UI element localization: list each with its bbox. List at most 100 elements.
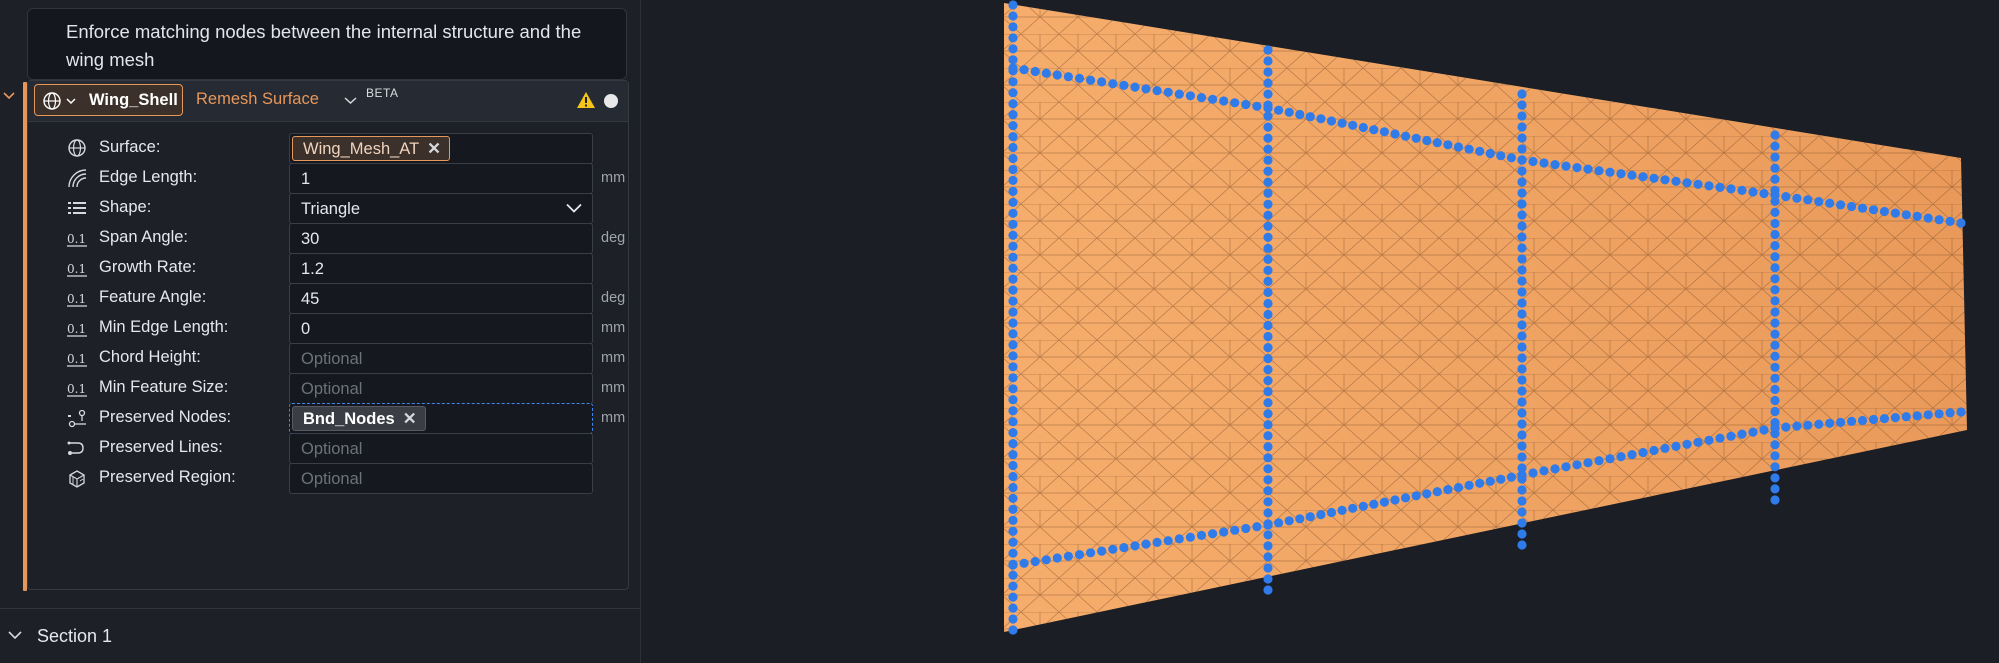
- nodes-icon: [68, 409, 86, 428]
- node-marker: [1086, 75, 1096, 85]
- remove-tag-icon[interactable]: ✕: [427, 140, 441, 158]
- param-label: Growth Rate:: [99, 258, 197, 276]
- node-marker: [1008, 439, 1018, 449]
- node-marker: [1814, 197, 1824, 207]
- node-marker: [1693, 179, 1703, 189]
- node-marker: [1316, 114, 1326, 124]
- node-marker: [1901, 412, 1911, 422]
- param-label: Preserved Nodes:: [99, 408, 232, 426]
- node-marker: [1517, 540, 1527, 550]
- node-marker: [1638, 447, 1648, 458]
- node-marker: [1008, 504, 1018, 514]
- input-chip[interactable]: Wing_Shell: [34, 84, 183, 116]
- node-marker: [1152, 86, 1162, 96]
- section-chevron-icon[interactable]: [8, 630, 22, 640]
- node-marker: [1263, 155, 1273, 165]
- description-note: Enforce matching nodes between the inter…: [27, 8, 627, 80]
- svg-text:0.1: 0.1: [67, 262, 86, 276]
- node-marker: [1185, 91, 1195, 101]
- param-label: Surface:: [99, 138, 161, 156]
- wing-mesh-view[interactable]: [641, 0, 1999, 663]
- node-marker: [1263, 453, 1273, 463]
- node-marker: [1660, 443, 1670, 453]
- preserved-region-input[interactable]: Optional: [289, 463, 593, 494]
- node-marker: [1163, 536, 1173, 546]
- node-marker: [1572, 460, 1582, 470]
- node-marker: [1517, 342, 1527, 352]
- node-marker: [1770, 163, 1780, 173]
- node-marker: [1019, 65, 1029, 75]
- node-marker: [1517, 111, 1527, 121]
- collapse-chevron-icon[interactable]: [2, 89, 16, 103]
- section-title[interactable]: Section 1: [37, 626, 112, 647]
- node-marker: [1008, 592, 1018, 602]
- node-marker: [1847, 416, 1857, 426]
- node-marker: [1792, 193, 1802, 203]
- node-marker: [1857, 415, 1868, 426]
- node-marker: [1770, 174, 1780, 184]
- 3d-viewport[interactable]: [641, 0, 1999, 663]
- node-marker: [1550, 160, 1560, 170]
- node-marker: [1263, 199, 1273, 209]
- node-marker: [1770, 285, 1780, 295]
- node-marker: [1108, 79, 1118, 89]
- node-marker: [1263, 442, 1273, 452]
- node-marker: [1638, 172, 1648, 182]
- node-marker: [1008, 625, 1018, 635]
- surface-tag[interactable]: Wing_Mesh_AT ✕: [292, 136, 450, 161]
- node-marker: [1770, 307, 1780, 317]
- node-marker: [1901, 210, 1911, 220]
- node-marker: [1263, 265, 1273, 275]
- node-marker: [1517, 507, 1527, 517]
- node-marker: [1305, 112, 1315, 122]
- node-marker: [1748, 427, 1758, 437]
- node-marker: [1274, 105, 1284, 115]
- node-marker: [1517, 496, 1527, 506]
- node-marker: [1263, 243, 1273, 253]
- node-marker: [1295, 109, 1305, 120]
- node-marker: [1130, 82, 1140, 92]
- node-marker: [1305, 512, 1315, 522]
- operation-name[interactable]: Remesh Surface: [196, 90, 319, 109]
- node-marker: [1517, 386, 1527, 396]
- node-marker: [1196, 530, 1207, 541]
- node-marker: [1008, 515, 1018, 526]
- operation-chevron-icon[interactable]: [344, 96, 357, 105]
- node-marker: [1422, 489, 1432, 499]
- node-marker: [1208, 94, 1218, 104]
- preserved-nodes-tag[interactable]: Bnd_Nodes ✕: [292, 406, 426, 431]
- node-marker: [1517, 408, 1527, 418]
- node-marker: [1443, 140, 1453, 150]
- node-marker: [1326, 116, 1337, 126]
- node-marker: [1517, 89, 1527, 99]
- node-marker: [1517, 210, 1527, 220]
- node-marker: [1379, 497, 1389, 507]
- node-marker: [1879, 206, 1889, 217]
- node-marker: [1008, 252, 1018, 262]
- node-marker: [1008, 603, 1018, 613]
- node-marker: [1141, 539, 1151, 549]
- chevron-down-icon[interactable]: [66, 97, 76, 105]
- node-marker: [1008, 44, 1018, 54]
- node-marker: [1770, 373, 1780, 383]
- remove-tag-icon[interactable]: ✕: [403, 410, 417, 428]
- node-marker: [1263, 232, 1273, 242]
- node-marker: [1008, 153, 1018, 164]
- warning-icon[interactable]: [576, 91, 596, 109]
- node-marker: [1517, 309, 1527, 319]
- node-marker: [1517, 298, 1527, 308]
- node-marker: [1627, 450, 1637, 460]
- node-marker: [1263, 78, 1273, 88]
- node-marker: [1517, 232, 1527, 242]
- node-marker: [1263, 45, 1273, 55]
- node-marker: [1649, 173, 1659, 183]
- node-marker: [1008, 164, 1018, 175]
- node-marker: [1263, 409, 1273, 419]
- node-marker: [1008, 351, 1018, 361]
- node-marker: [1682, 439, 1692, 449]
- node-marker: [1539, 158, 1549, 168]
- node-marker: [1485, 476, 1495, 486]
- node-marker: [1348, 120, 1358, 130]
- node-marker: [1401, 131, 1411, 141]
- node-marker: [1263, 122, 1273, 132]
